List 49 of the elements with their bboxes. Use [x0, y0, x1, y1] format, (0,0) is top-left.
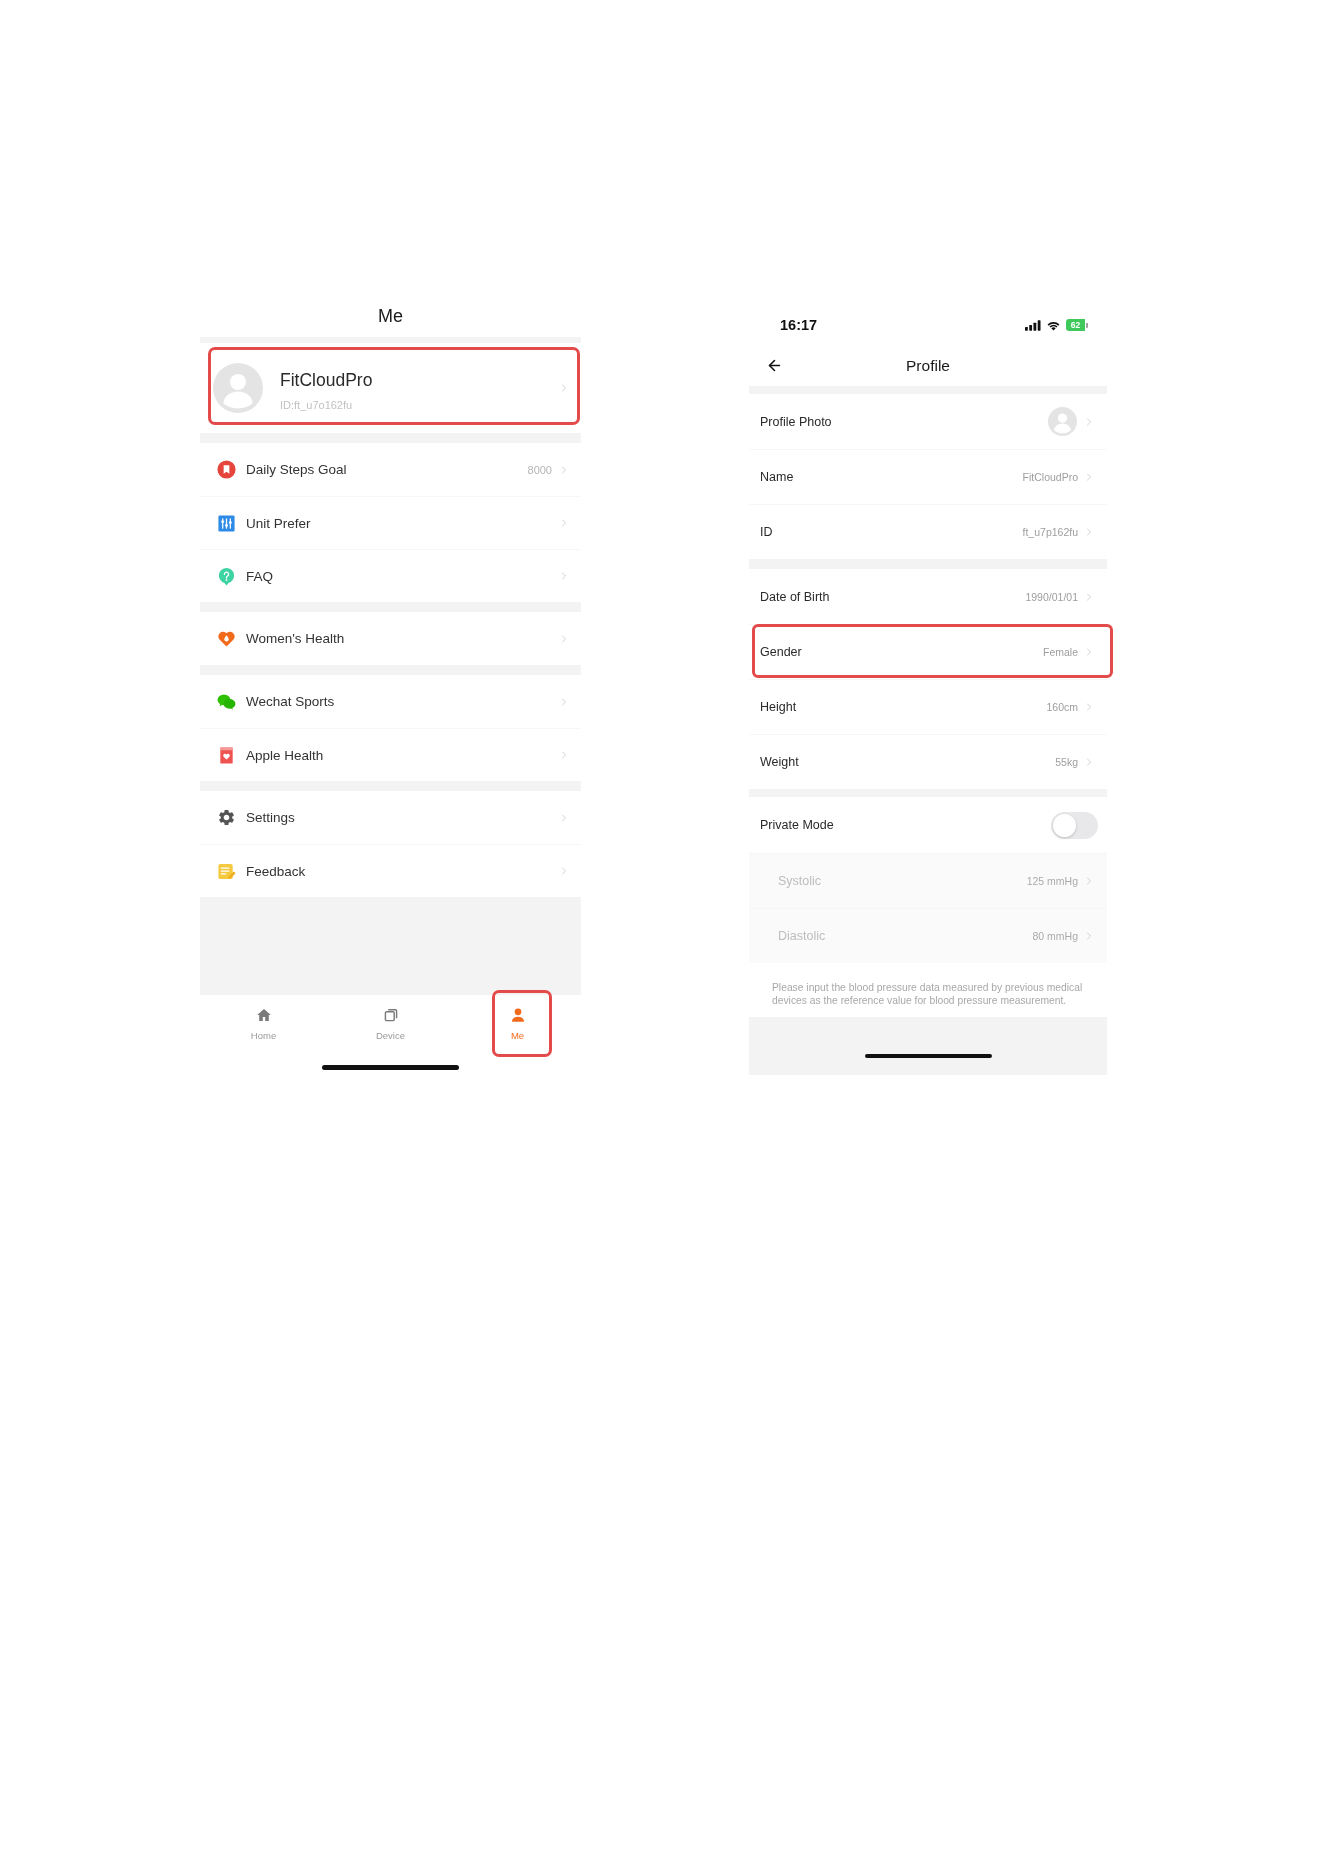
- menu-item-label[interactable]: Apple Health: [246, 747, 558, 763]
- field-value: FitCloudPro: [1022, 471, 1078, 483]
- field-label[interactable]: Gender: [760, 645, 1043, 659]
- menu-item-label[interactable]: Unit Prefer: [246, 515, 558, 531]
- user-id: ID:ft_u7o162fu: [280, 398, 354, 411]
- menu-item-label[interactable]: Wechat Sports: [246, 694, 558, 709]
- menu-item-label[interactable]: FAQ: [246, 568, 558, 584]
- status-time: 16:17: [780, 317, 819, 333]
- field-label[interactable]: ID: [760, 525, 1023, 539]
- field-value: 80 mmHg: [1032, 930, 1078, 942]
- settings-icon: [217, 808, 236, 827]
- field-label[interactable]: Height: [760, 700, 1047, 714]
- field-value: Female: [1043, 646, 1078, 658]
- chat-bubbles-icon: [217, 693, 236, 710]
- question-bubble-icon: [217, 566, 236, 586]
- person-icon: [509, 1007, 526, 1023]
- field-value: 1990/01/01: [1025, 590, 1078, 603]
- avatar-icon: [1048, 407, 1077, 436]
- field-value: 160cm: [1046, 701, 1078, 713]
- avatar-icon: [213, 363, 263, 413]
- menu-item-label[interactable]: Feedback: [246, 863, 558, 879]
- helper-note: Please input the blood pressure data measured by previous medical devices as the reference value for blood pressure measurement.: [771, 981, 1084, 1008]
- toggle-switch[interactable]: [1051, 811, 1098, 839]
- signal-icon: [1025, 319, 1041, 331]
- field-label[interactable]: Date of Birth: [760, 589, 1026, 604]
- field-value: ft_u7p162fu: [1022, 526, 1078, 538]
- stacked-squares-icon: [382, 1007, 399, 1023]
- field-label[interactable]: Weight: [760, 755, 1056, 769]
- heart-drop-icon: [217, 629, 236, 648]
- screen-title: Profile: [905, 356, 951, 375]
- menu-item-label[interactable]: Daily Steps Goal: [246, 462, 528, 477]
- field-label[interactable]: Private Mode: [760, 818, 1051, 832]
- field-label[interactable]: Name: [760, 470, 1023, 484]
- field-label[interactable]: Profile Photo: [760, 414, 1048, 429]
- user-name[interactable]: FitCloudPro: [280, 369, 558, 391]
- heart-tag-icon: [217, 745, 236, 765]
- back-arrow-icon[interactable]: [766, 357, 783, 374]
- menu-item-label[interactable]: Women's Health: [246, 631, 558, 646]
- field-value: 125 mmHg: [1026, 875, 1078, 887]
- menu-item-label[interactable]: Settings: [246, 810, 558, 825]
- wifi-icon: [1046, 319, 1061, 331]
- note-pencil-icon: [217, 861, 236, 881]
- bookmark-icon: [217, 460, 236, 479]
- screen-title: Me: [378, 305, 403, 327]
- battery-indicator: 62: [1066, 319, 1088, 331]
- sliders-icon: [217, 513, 236, 533]
- home-icon: [255, 1007, 272, 1023]
- field-value: 55kg: [1055, 756, 1078, 768]
- menu-item-value: 8000: [527, 463, 552, 476]
